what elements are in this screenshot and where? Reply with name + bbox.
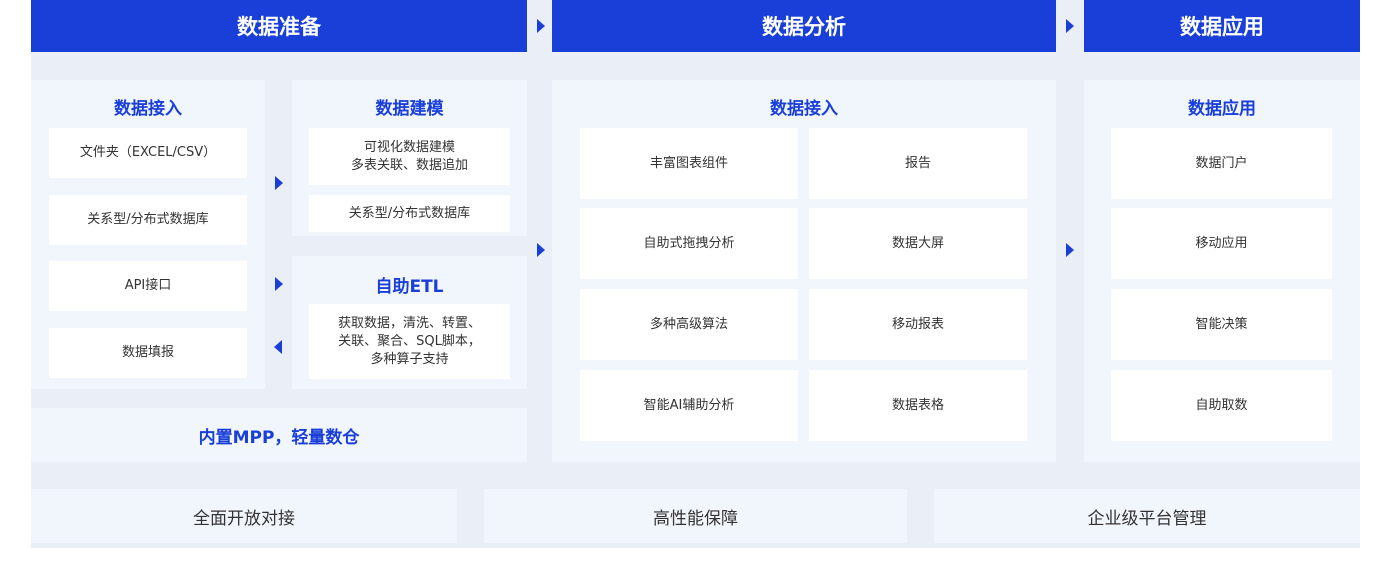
access-item: 关系型/分布式数据库 [49,195,247,245]
arrow-right-icon [537,19,545,33]
analysis-item: 丰富图表组件 [580,128,798,199]
analysis-item: 移动报表 [809,289,1027,360]
application-item: 移动应用 [1111,208,1332,279]
panel-title: 数据建模 [375,99,444,119]
footer-performance: 高性能保障 [484,489,907,543]
panel-title: 数据接入 [770,99,838,119]
etl-description: 获取数据，清洗、转置、 关联、聚合、SQL脚本， 多种算子支持 [309,304,510,379]
footer-enterprise-management: 企业级平台管理 [934,489,1360,543]
mpp-warehouse-banner: 内置MPP，轻量数仓 [31,408,527,462]
analysis-item: 数据大屏 [809,208,1027,279]
arrow-right-icon [275,176,283,190]
analysis-item: 智能AI辅助分析 [580,370,798,441]
arrow-right-icon [275,277,283,291]
header-data-prep: 数据准备 [31,0,527,52]
analysis-item: 多种高级算法 [580,289,798,360]
modeling-item: 可视化数据建模 多表关联、数据追加 [309,128,510,185]
panel-data-access: 数据接入 文件夹（EXCEL/CSV） 关系型/分布式数据库 API接口 数据填… [31,80,265,389]
panel-title: 数据接入 [114,99,182,119]
panel-data-application: 数据应用 数据门户 移动应用 智能决策 自助取数 [1084,80,1360,462]
access-item: 数据填报 [49,328,247,378]
arrow-right-icon [1066,19,1074,33]
panel-data-analysis: 数据接入 丰富图表组件 报告 自助式拖拽分析 数据大屏 多种高级算法 移动报表 … [552,80,1056,462]
panel-self-etl: 自助ETL 获取数据，清洗、转置、 关联、聚合、SQL脚本， 多种算子支持 [292,256,527,389]
architecture-diagram: 数据准备 数据分析 数据应用 数据接入 文件夹（EXCEL/CSV） 关系型/分… [31,0,1360,548]
application-item: 智能决策 [1111,289,1332,360]
arrow-right-icon [1066,243,1074,257]
application-item: 自助取数 [1111,370,1332,441]
panel-title: 数据应用 [1188,99,1256,119]
access-item: API接口 [49,261,247,311]
panel-data-modeling: 数据建模 可视化数据建模 多表关联、数据追加 关系型/分布式数据库 [292,80,527,236]
header-data-analysis: 数据分析 [552,0,1056,52]
panel-title: 自助ETL [375,277,444,297]
arrow-right-icon [537,243,545,257]
footer-open-integration: 全面开放对接 [31,489,457,543]
access-item: 文件夹（EXCEL/CSV） [49,128,247,178]
application-item: 数据门户 [1111,128,1332,199]
header-data-application: 数据应用 [1084,0,1360,52]
analysis-item: 数据表格 [809,370,1027,441]
modeling-item: 关系型/分布式数据库 [309,195,510,232]
analysis-item: 自助式拖拽分析 [580,208,798,279]
arrow-left-icon [274,340,282,354]
analysis-item: 报告 [809,128,1027,199]
